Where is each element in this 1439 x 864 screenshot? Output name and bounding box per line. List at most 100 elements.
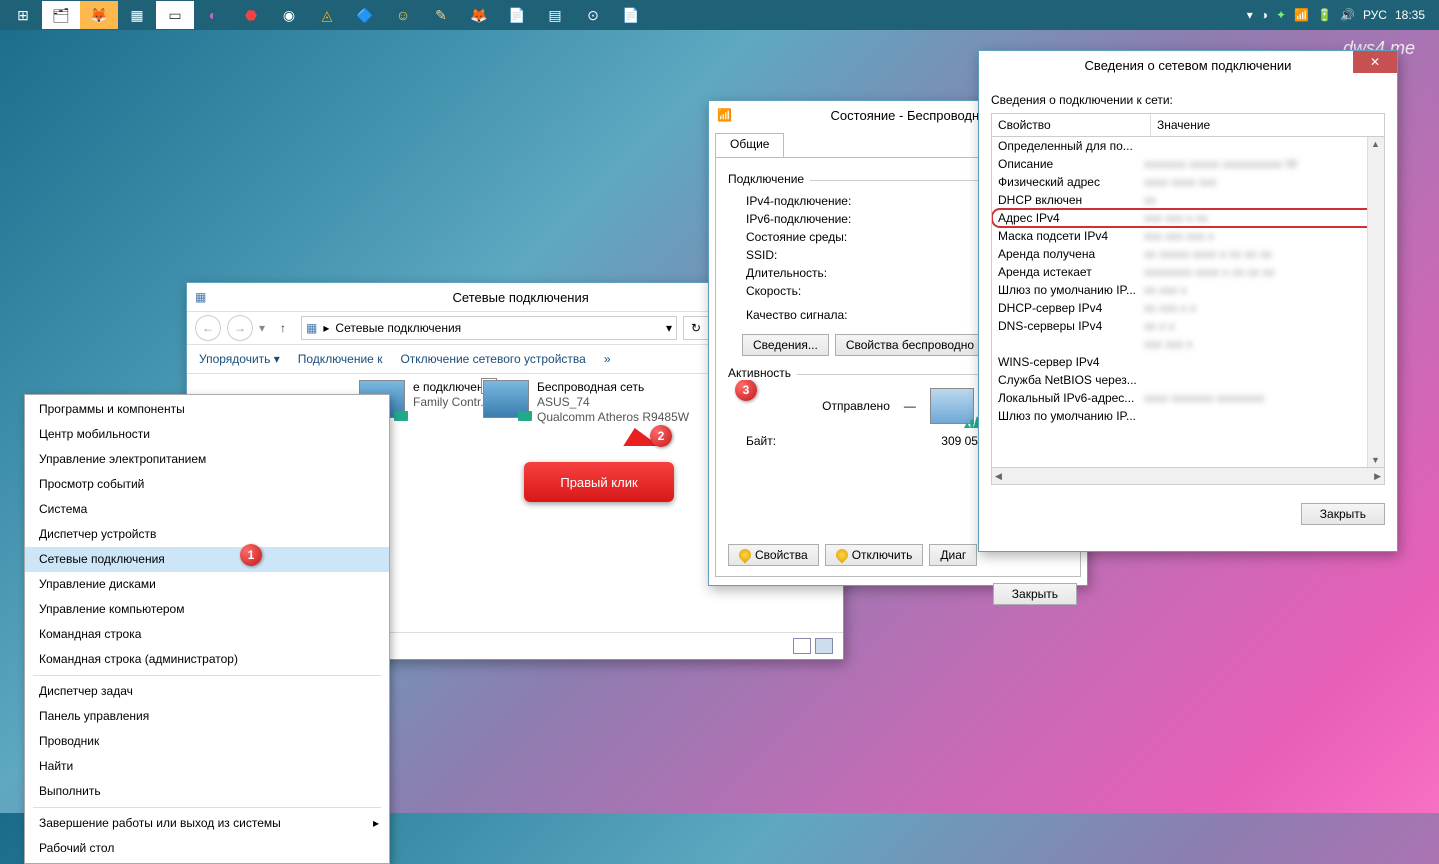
back-button[interactable]: ← — [195, 315, 221, 341]
taskbar-app[interactable]: ▤ — [536, 1, 574, 29]
menu-item[interactable]: Проводник — [25, 729, 389, 754]
taskbar-app[interactable]: ☺ — [384, 1, 422, 29]
close-button[interactable]: Закрыть — [1301, 503, 1385, 525]
menu-item-shutdown[interactable]: Завершение работы или выход из системы — [25, 811, 389, 836]
table-row[interactable]: DHCP включенxx — [992, 191, 1384, 209]
menu-overflow[interactable]: » — [604, 352, 611, 366]
annotation-badge-2: 2 — [650, 425, 672, 447]
menu-item-network-connections[interactable]: Сетевые подключения — [25, 547, 389, 572]
refresh-button[interactable]: ↻ — [683, 316, 709, 340]
taskbar-app[interactable]: ✎ — [422, 1, 460, 29]
breadcrumb[interactable]: Сетевые подключения — [335, 321, 461, 335]
table-row[interactable]: Шлюз по умолчанию IP...xx xxx x — [992, 281, 1384, 299]
table-row[interactable]: Определенный для по... — [992, 137, 1384, 155]
recent-dropdown[interactable]: ▾ — [259, 321, 265, 335]
scrollbar-vertical[interactable] — [1367, 137, 1384, 467]
table-row[interactable]: WINS-сервер IPv4 — [992, 353, 1384, 371]
tray-icon[interactable]: ✦ — [1276, 8, 1286, 22]
menu-item[interactable]: Центр мобильности — [25, 422, 389, 447]
tab-general[interactable]: Общие — [715, 133, 784, 157]
taskbar: ⊞ 🗂 🦊 ▦ ▭ ◐ ⬣ ◉ ◬ 🔷 ☺ ✎ 🦊 📄 ▤ ⊙ 📄 ▾ ◑ ✦ … — [0, 0, 1439, 30]
addr-dropdown-icon[interactable]: ▾ — [666, 321, 672, 335]
tray-clock[interactable]: 18:35 — [1395, 8, 1425, 22]
view-icons-icon[interactable] — [815, 638, 833, 654]
menu-item[interactable]: Управление электропитанием — [25, 447, 389, 472]
table-row[interactable]: Адрес IPv4xxx xxx x xx — [992, 209, 1384, 227]
tray-network-icon[interactable]: 📶 — [1294, 8, 1309, 22]
menu-item[interactable]: Диспетчер устройств — [25, 522, 389, 547]
tray-volume-icon[interactable]: 🔊 — [1340, 8, 1355, 22]
taskbar-firefox[interactable]: 🦊 — [80, 1, 118, 29]
value-cell: xxxxxxx xxxxx xxxxxxxxxx W — [1144, 156, 1378, 172]
view-details-icon[interactable] — [793, 638, 811, 654]
menu-item[interactable]: Диспетчер задач — [25, 679, 389, 704]
address-bar[interactable]: ▦ ▸ Сетевые подключения ▾ — [301, 316, 677, 340]
menu-organize[interactable]: Упорядочить ▾ — [199, 352, 280, 366]
taskbar-app[interactable]: 📄 — [498, 1, 536, 29]
menu-item[interactable]: Программы и компоненты — [25, 397, 389, 422]
wifi-properties-button[interactable]: Свойства беспроводно — [835, 334, 985, 356]
col-property[interactable]: Свойство — [992, 114, 1151, 136]
table-row[interactable]: Физический адресxxxx xxxx xxx — [992, 173, 1384, 191]
menu-item[interactable]: Командная строка (администратор) — [25, 647, 389, 672]
tray-chevron-icon[interactable]: ▾ — [1247, 8, 1253, 22]
taskbar-app[interactable]: ▦ — [118, 1, 156, 29]
menu-item[interactable]: Выполнить — [25, 779, 389, 804]
tray-battery-icon[interactable]: 🔋 — [1317, 8, 1332, 22]
up-button[interactable]: ↑ — [271, 316, 295, 340]
details-button[interactable]: Сведения... — [742, 334, 829, 356]
col-value[interactable]: Значение — [1151, 114, 1384, 136]
taskbar-app[interactable]: ▭ — [156, 1, 194, 29]
details-list[interactable]: Определенный для по...Описаниеxxxxxxx xx… — [991, 137, 1385, 468]
table-row[interactable]: Аренда истекаетxxxxxxxx xxxx x xx xx xx — [992, 263, 1384, 281]
menu-item[interactable]: Рабочий стол — [25, 836, 389, 861]
menu-item[interactable]: Управление компьютером — [25, 597, 389, 622]
property-cell: Шлюз по умолчанию IP... — [998, 408, 1144, 424]
taskbar-app[interactable]: ◐ — [194, 1, 232, 29]
menu-item[interactable]: Панель управления — [25, 704, 389, 729]
menu-connect[interactable]: Подключение к — [298, 352, 383, 366]
close-icon[interactable]: ✕ — [1353, 51, 1397, 73]
table-row[interactable]: Шлюз по умолчанию IP... — [992, 407, 1384, 425]
table-row[interactable]: xxx xxx x — [992, 335, 1384, 353]
property-cell: Аренда истекает — [998, 264, 1144, 280]
window-icon: ▦ — [195, 290, 206, 304]
network-adapter-item[interactable]: ✓ Беспроводная сеть ASUS_74 Qualcomm Ath… — [483, 380, 713, 425]
menu-item[interactable]: Найти — [25, 754, 389, 779]
disconnect-button[interactable]: Отключить — [825, 544, 924, 566]
table-row[interactable]: Аренда полученаxx xxxxx xxxx x xx xx xx — [992, 245, 1384, 263]
menu-item[interactable]: Просмотр событий — [25, 472, 389, 497]
taskbar-steam[interactable]: ⊙ — [574, 1, 612, 29]
taskbar-explorer[interactable]: 🗂 — [42, 1, 80, 29]
table-row[interactable]: Описаниеxxxxxxx xxxxx xxxxxxxxxx W — [992, 155, 1384, 173]
menu-item[interactable]: Управление дисками — [25, 572, 389, 597]
taskbar-app[interactable]: 🔷 — [346, 1, 384, 29]
titlebar[interactable]: Сведения о сетевом подключении ✕ — [979, 51, 1397, 79]
tray-language[interactable]: РУС — [1363, 8, 1387, 22]
menu-disable[interactable]: Отключение сетевого устройства — [400, 352, 585, 366]
close-button[interactable]: Закрыть — [993, 583, 1077, 605]
value-cell: xx — [1144, 192, 1378, 208]
taskbar-app[interactable]: ◬ — [308, 1, 346, 29]
scrollbar-horizontal[interactable]: ◀▶ — [991, 468, 1385, 485]
diagnose-button[interactable]: Диаг — [929, 544, 977, 566]
tray-icon[interactable]: ◑ — [1261, 8, 1268, 22]
start-button[interactable]: ⊞ — [4, 1, 42, 29]
computer-icon — [930, 388, 974, 424]
table-row[interactable]: Маска подсети IPv4xxx xxx xxx x — [992, 227, 1384, 245]
table-row[interactable]: DHCP-сервер IPv4xx xxx x x — [992, 299, 1384, 317]
menu-item[interactable]: Командная строка — [25, 622, 389, 647]
menu-item[interactable]: Система — [25, 497, 389, 522]
taskbar-app[interactable]: 🦊 — [460, 1, 498, 29]
table-row[interactable]: Служба NetBIOS через... — [992, 371, 1384, 389]
properties-button[interactable]: Свойства — [728, 544, 819, 566]
wifi-icon: 📶 — [717, 108, 732, 122]
taskbar-chrome[interactable]: ◉ — [270, 1, 308, 29]
taskbar-app[interactable]: ⬣ — [232, 1, 270, 29]
annotation-badge-1: 1 — [240, 544, 262, 566]
forward-button[interactable]: → — [227, 315, 253, 341]
value-cell: xxxx xxxx xxx — [1144, 174, 1378, 190]
table-row[interactable]: DNS-серверы IPv4xx x x — [992, 317, 1384, 335]
taskbar-app[interactable]: 📄 — [612, 1, 650, 29]
table-row[interactable]: Локальный IPv6-адрес...xxxx xxxxxxx xxxx… — [992, 389, 1384, 407]
